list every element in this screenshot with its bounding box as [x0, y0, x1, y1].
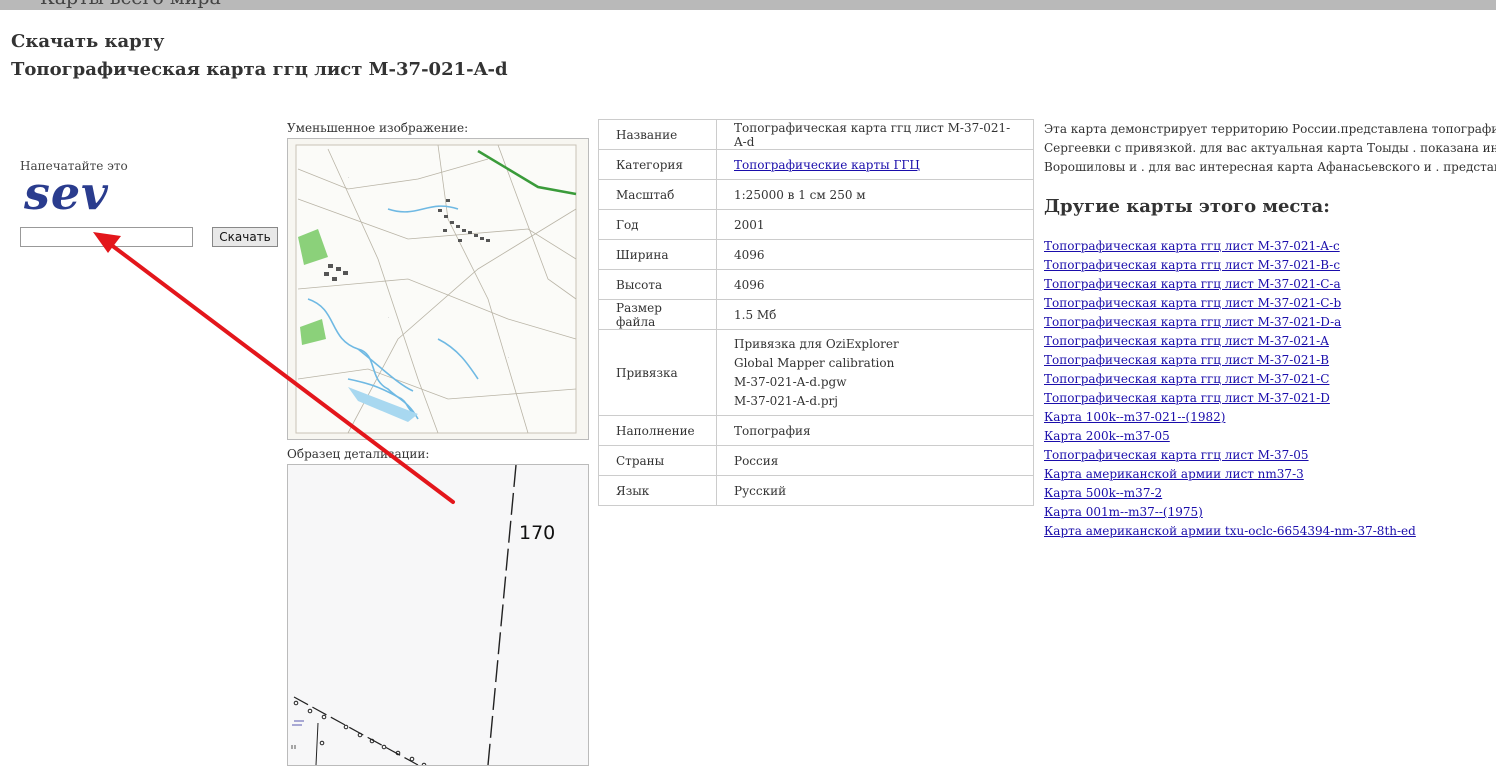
row-value: 2001	[716, 209, 1034, 240]
other-map-link[interactable]: Топографическая карта ггц лист M-37-021-…	[1044, 353, 1329, 367]
other-map-link[interactable]: Карта 100k--m37-021--(1982)	[1044, 410, 1225, 424]
other-map-link[interactable]: Карта 001m--m37--(1975)	[1044, 505, 1203, 519]
page-title: Скачать карту	[11, 31, 165, 52]
row-value: 4096	[716, 239, 1034, 270]
other-map-link[interactable]: Топографическая карта ггц лист M-37-021-…	[1044, 277, 1341, 291]
category-link[interactable]: Топографические карты ГГЦ	[734, 158, 920, 172]
list-item: Топографическая карта ггц лист M-37-05	[1044, 446, 1416, 465]
other-map-link[interactable]: Карта 200k--m37-05	[1044, 429, 1170, 443]
list-item: Топографическая карта ггц лист M-37-021-…	[1044, 389, 1416, 408]
download-button[interactable]: Скачать	[212, 227, 278, 247]
row-value: Русский	[716, 475, 1034, 506]
row-value: 4096	[716, 269, 1034, 300]
table-row: Размер файла 1.5 Мб	[598, 299, 1034, 330]
other-map-link[interactable]: Топографическая карта ггц лист M-37-05	[1044, 448, 1309, 462]
map-detail-sample[interactable]: 170	[287, 464, 589, 766]
row-key: Название	[598, 119, 717, 150]
row-key: Ширина	[598, 239, 717, 270]
map-detail-graphic: 170	[288, 465, 588, 765]
list-item: Карта 001m--m37--(1975)	[1044, 503, 1416, 522]
table-row: Наполнение Топография	[598, 415, 1034, 446]
list-item: Карта 200k--m37-05	[1044, 427, 1416, 446]
row-key: Привязка	[598, 329, 717, 416]
row-key: Размер файла	[598, 299, 717, 330]
other-map-link[interactable]: Топографическая карта ггц лист M-37-021-…	[1044, 391, 1330, 405]
row-value: Топографическая карта ггц лист M-37-021-…	[716, 119, 1034, 150]
svg-text:·: ·	[348, 175, 349, 180]
description-line: Сергеевки с привязкой. для вас актуальна…	[1044, 141, 1496, 155]
table-row: Язык Русский	[598, 475, 1034, 506]
table-row: Категория Топографические карты ГГЦ	[598, 149, 1034, 180]
row-value: Топография	[716, 415, 1034, 446]
binding-line: M-37-021-A-d.prj	[734, 393, 838, 408]
other-map-link[interactable]: Карта 500k--m37-2	[1044, 486, 1162, 500]
row-value: Привязка для OziExplorer Global Mapper c…	[716, 329, 1034, 416]
other-map-link[interactable]: Топографическая карта ггц лист M-37-021-…	[1044, 315, 1341, 329]
table-row: Ширина 4096	[598, 239, 1034, 270]
list-item: Карта американской армии лист nm37-3	[1044, 465, 1416, 484]
other-map-link[interactable]: Топографическая карта ггц лист M-37-021-…	[1044, 239, 1340, 253]
other-map-link[interactable]: Топографическая карта ггц лист M-37-021-…	[1044, 296, 1341, 310]
map-info-table: Название Топографическая карта ггц лист …	[598, 119, 1034, 506]
map-description: Эта карта демонстрирует территорию Росси…	[1044, 120, 1496, 177]
page-subtitle: Топографическая карта ггц лист M-37-021-…	[11, 59, 508, 80]
description-line: Эта карта демонстрирует территорию Росси…	[1044, 122, 1496, 136]
row-key: Наполнение	[598, 415, 717, 446]
list-item: Топографическая карта ггц лист M-37-021-…	[1044, 237, 1416, 256]
list-item: Карта американской армии txu-oclc-665439…	[1044, 522, 1416, 541]
list-item: Топографическая карта ггц лист M-37-021-…	[1044, 313, 1416, 332]
other-maps-title: Другие карты этого места:	[1044, 196, 1330, 217]
list-item: Топографическая карта ггц лист M-37-021-…	[1044, 275, 1416, 294]
list-item: Карта 500k--m37-2	[1044, 484, 1416, 503]
other-map-link[interactable]: Топографическая карта ггц лист M-37-021-…	[1044, 372, 1329, 386]
table-row: Название Топографическая карта ггц лист …	[598, 119, 1034, 150]
map-thumbnail-graphic: · · ·	[288, 139, 588, 439]
map-thumbnail[interactable]: · · ·	[287, 138, 589, 440]
list-item: Топографическая карта ггц лист M-37-021-…	[1044, 294, 1416, 313]
detail-elevation-label: 170	[519, 522, 555, 544]
svg-text:·: ·	[388, 315, 389, 320]
other-map-link[interactable]: Карта американской армии txu-oclc-665439…	[1044, 524, 1416, 538]
table-row: Привязка Привязка для OziExplorer Global…	[598, 329, 1034, 416]
site-title[interactable]: Карты всего мира	[40, 0, 221, 9]
row-value: 1.5 Мб	[716, 299, 1034, 330]
description-line: Ворошиловы и . для вас интересная карта …	[1044, 160, 1496, 174]
row-key: Страны	[598, 445, 717, 476]
captcha-input[interactable]	[20, 227, 193, 247]
row-key: Масштаб	[598, 179, 717, 210]
binding-line: Привязка для OziExplorer	[734, 336, 899, 351]
top-bar: Карты всего мира	[0, 0, 1496, 10]
other-map-link[interactable]: Топографическая карта ггц лист M-37-021-…	[1044, 258, 1340, 272]
other-maps-list: Топографическая карта ггц лист M-37-021-…	[1044, 237, 1416, 541]
binding-line: M-37-021-A-d.pgw	[734, 374, 847, 389]
row-key: Высота	[598, 269, 717, 300]
captcha-image: sev	[24, 166, 109, 220]
list-item: Топографическая карта ггц лист M-37-021-…	[1044, 370, 1416, 389]
table-row: Год 2001	[598, 209, 1034, 240]
other-map-link[interactable]: Карта американской армии лист nm37-3	[1044, 467, 1304, 481]
list-item: Топографическая карта ггц лист M-37-021-…	[1044, 351, 1416, 370]
binding-line: Global Mapper calibration	[734, 355, 895, 370]
table-row: Масштаб 1:25000 в 1 см 250 м	[598, 179, 1034, 210]
table-row: Страны Россия	[598, 445, 1034, 476]
detail-label: Образец детализации:	[287, 447, 430, 461]
list-item: Топографическая карта ггц лист M-37-021-…	[1044, 256, 1416, 275]
row-key: Год	[598, 209, 717, 240]
row-value: 1:25000 в 1 см 250 м	[716, 179, 1034, 210]
row-key: Категория	[598, 149, 717, 180]
svg-text:·: ·	[508, 355, 509, 360]
thumb-label: Уменьшенное изображение:	[287, 121, 469, 135]
table-row: Высота 4096	[598, 269, 1034, 300]
row-key: Язык	[598, 475, 717, 506]
other-map-link[interactable]: Топографическая карта ггц лист M-37-021-…	[1044, 334, 1329, 348]
list-item: Топографическая карта ггц лист M-37-021-…	[1044, 332, 1416, 351]
row-value: Россия	[716, 445, 1034, 476]
list-item: Карта 100k--m37-021--(1982)	[1044, 408, 1416, 427]
